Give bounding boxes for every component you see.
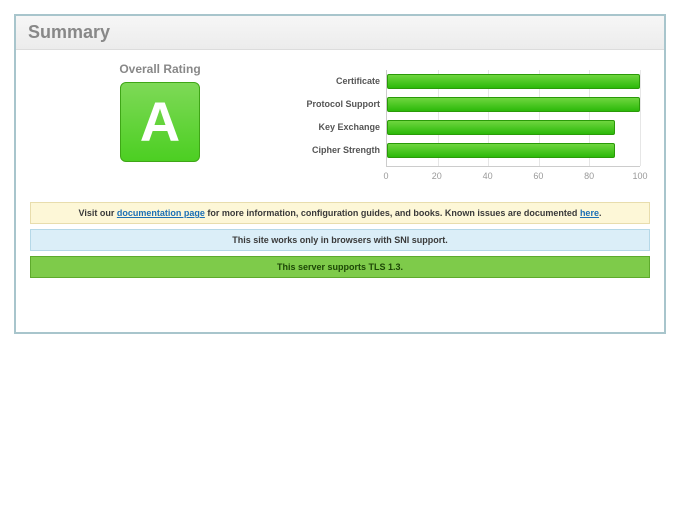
grade-letter: A [140,94,180,150]
bar-certificate [387,74,640,89]
summary-panel: Summary Overall Rating A 0 20 40 60 80 100 Ce… [14,14,666,334]
notice-tls: This server supports TLS 1.3. [30,256,650,278]
x-tick: 60 [533,171,543,181]
bar-label: Protocol Support [286,97,386,112]
known-issues-link[interactable]: here [580,208,599,218]
bar-protocol-support [387,97,640,112]
panel-title: Summary [28,22,652,43]
panel-body: Overall Rating A 0 20 40 60 80 100 Certificat… [16,50,664,293]
documentation-link[interactable]: documentation page [117,208,205,218]
x-axis: 020406080100 [386,166,640,188]
bar-cipher-strength [387,143,615,158]
grade-badge: A [120,82,200,162]
x-tick: 80 [584,171,594,181]
rating-column: Overall Rating A [30,62,290,162]
gridline [640,70,641,166]
notice-documentation: Visit our documentation page for more in… [30,202,650,224]
chart-column: 020406080100 CertificateProtocol Support… [290,62,650,188]
bar-key-exchange [387,120,615,135]
x-tick: 100 [632,171,647,181]
plot-area [386,70,640,166]
notice-doc-mid: for more information, configuration guid… [205,208,580,218]
x-tick: 0 [383,171,388,181]
panel-header: Summary [16,16,664,50]
rating-label: Overall Rating [30,62,290,76]
notice-sni: This site works only in browsers with SN… [30,229,650,251]
bar-label: Cipher Strength [286,143,386,158]
top-row: Overall Rating A 0 20 40 60 80 100 Certificat… [30,62,650,188]
notices: Visit our documentation page for more in… [30,202,650,278]
bar-label: Key Exchange [286,120,386,135]
x-tick: 40 [483,171,493,181]
score-bar-chart: 020406080100 CertificateProtocol Support… [308,70,650,188]
notice-doc-suffix: . [599,208,602,218]
notice-doc-prefix: Visit our [79,208,117,218]
bar-label: Certificate [286,74,386,89]
x-tick: 20 [432,171,442,181]
